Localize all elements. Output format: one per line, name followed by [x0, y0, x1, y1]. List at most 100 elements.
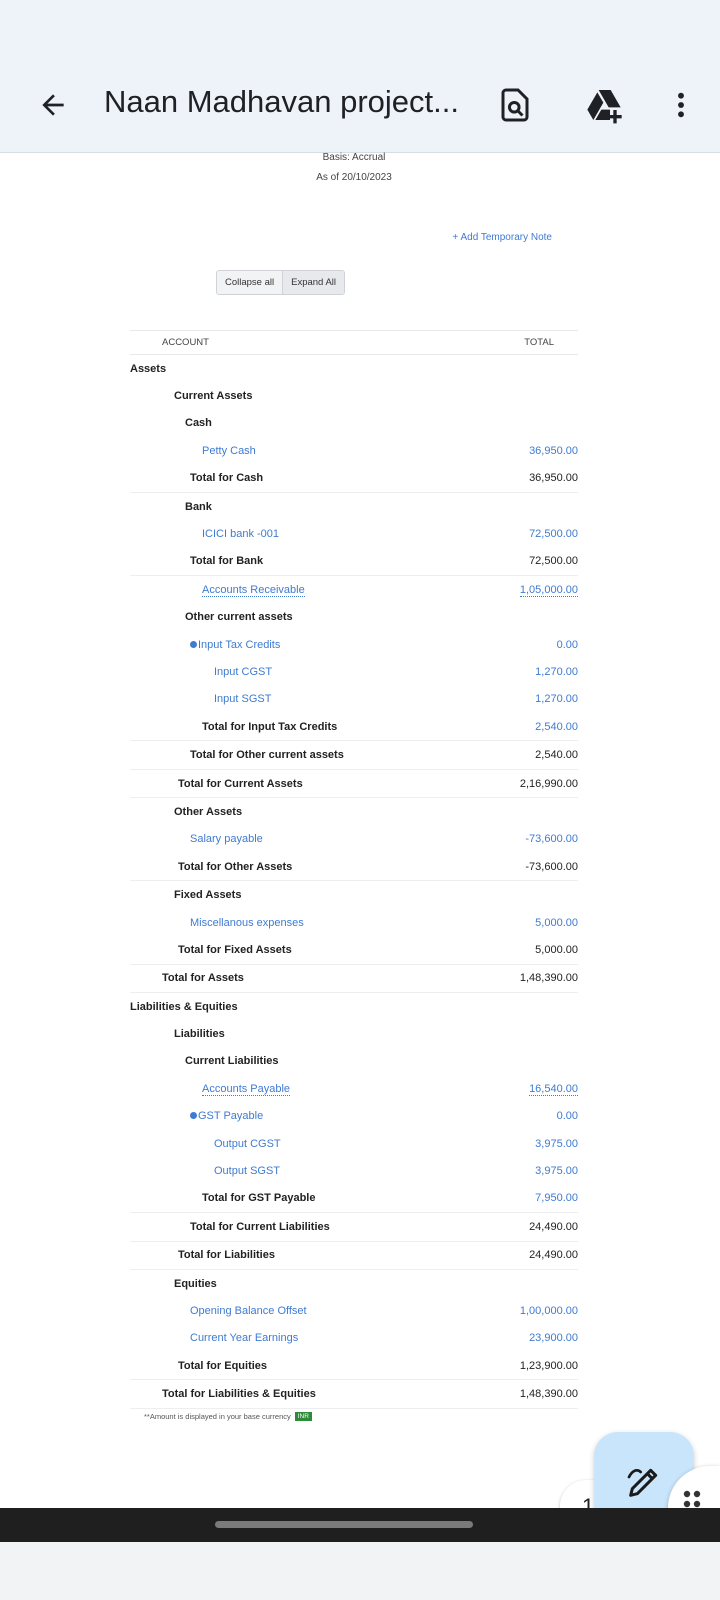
row-value: 36,950.00 — [482, 464, 578, 493]
table-row[interactable]: GST Payable 0.00 — [130, 1103, 578, 1130]
table-row[interactable]: Salary payable -73,600.00 — [130, 826, 578, 853]
table-row: Total for Other current assets 2,540.00 — [130, 740, 578, 770]
table-row[interactable]: Miscellanous expenses 5,000.00 — [130, 909, 578, 936]
row-value[interactable]: 16,540.00 — [529, 1082, 578, 1096]
app-bar: Naan Madhavan project... — [0, 60, 720, 153]
find-in-page-button[interactable] — [492, 82, 538, 128]
table-row[interactable]: Accounts Receivable 1,05,000.00 — [130, 576, 578, 604]
table-row: Total for Liabilities & Equities 1,48,390… — [130, 1379, 578, 1409]
row-value[interactable]: 1,270.00 — [482, 658, 578, 685]
row-value[interactable]: 2,540.00 — [482, 713, 578, 742]
table-row[interactable]: Accounts Payable 16,540.00 — [130, 1075, 578, 1102]
row-value[interactable]: 7,950.00 — [482, 1184, 578, 1214]
row-label: Total for Cash — [130, 464, 483, 493]
account-link[interactable]: Output SGST — [130, 1157, 482, 1184]
table-row: Equities — [130, 1269, 578, 1297]
row-label: Total for Other Assets — [130, 853, 483, 882]
row-value[interactable]: 1,270.00 — [482, 686, 578, 713]
table-row: Total for Fixed Assets 5,000.00 — [130, 936, 578, 965]
table-row[interactable]: Current Year Earnings 23,900.00 — [130, 1325, 578, 1352]
account-link[interactable]: Miscellanous expenses — [130, 909, 482, 936]
table-row: Liabilities & Equities — [130, 992, 578, 1020]
row-value: 2,16,990.00 — [482, 769, 578, 799]
collapse-bullet-icon[interactable] — [190, 640, 197, 648]
balance-sheet-table: ACCOUNT TOTAL Assets Current Assets Cash… — [130, 330, 578, 1409]
row-value[interactable]: 1,05,000.00 — [519, 583, 578, 597]
collapse-bullet-icon[interactable] — [190, 1112, 197, 1120]
table-row[interactable]: Input CGST 1,270.00 — [130, 658, 578, 685]
arrow-left-icon — [42, 94, 64, 116]
account-link[interactable]: Input SGST — [130, 686, 482, 713]
row-label: Current Assets — [174, 390, 253, 403]
row-value[interactable]: 0.00 — [482, 631, 578, 658]
row-value[interactable]: 5,000.00 — [482, 909, 578, 936]
table-row: Total for Other Assets -73,600.00 — [130, 853, 578, 882]
add-temporary-note-link[interactable]: + Add Temporary Note — [452, 232, 552, 243]
account-link[interactable]: Petty Cash — [130, 437, 482, 464]
table-row: Total for Equities 1,23,900.00 — [130, 1352, 578, 1381]
table-header: ACCOUNT TOTAL — [130, 330, 578, 355]
collapse-all-button[interactable]: Collapse all — [217, 271, 283, 294]
row-label: Total for Input Tax Credits — [130, 713, 483, 742]
row-label: Cash — [185, 417, 212, 430]
expand-all-button[interactable]: Expand All — [282, 271, 345, 294]
account-link[interactable]: Salary payable — [130, 826, 482, 853]
row-value[interactable]: 23,900.00 — [482, 1325, 578, 1352]
row-label: Total for Liabilities — [130, 1241, 483, 1270]
table-row[interactable]: Input SGST 1,270.00 — [130, 686, 578, 713]
account-link[interactable]: Accounts Receivable — [202, 583, 305, 597]
add-to-drive-button[interactable] — [582, 82, 628, 128]
row-label: Liabilities — [174, 1028, 225, 1041]
table-row[interactable]: Input Tax Credits 0.00 — [130, 631, 578, 658]
table-row[interactable]: Petty Cash 36,950.00 — [130, 437, 578, 464]
account-link[interactable]: Input CGST — [130, 658, 482, 685]
row-value: 24,490.00 — [482, 1212, 578, 1242]
row-value: 1,48,390.00 — [482, 964, 578, 993]
row-value[interactable]: 1,00,000.00 — [482, 1297, 578, 1324]
account-link[interactable]: GST Payable — [198, 1110, 263, 1122]
table-row: Total for Bank 72,500.00 — [130, 547, 578, 577]
row-value: 24,490.00 — [482, 1241, 578, 1270]
row-value[interactable]: -73,600.00 — [482, 826, 578, 853]
table-row: Current Liabilities — [130, 1048, 578, 1075]
table-row[interactable]: Output CGST 3,975.00 — [130, 1130, 578, 1157]
account-link[interactable]: Accounts Payable — [202, 1082, 291, 1096]
table-row: Fixed Assets — [130, 881, 578, 909]
account-link[interactable]: Current Year Earnings — [130, 1325, 482, 1352]
account-link[interactable]: Output CGST — [130, 1130, 482, 1157]
more-options-button[interactable] — [658, 82, 704, 128]
document-title: Naan Madhavan project... — [104, 84, 459, 119]
row-label: Total for GST Payable — [130, 1184, 483, 1214]
table-row[interactable]: ICICI bank -001 72,500.00 — [130, 520, 578, 547]
account-column-header: ACCOUNT — [130, 330, 483, 355]
account-link[interactable]: ICICI bank -001 — [130, 520, 482, 547]
table-row: Total for GST Payable 7,950.00 — [130, 1184, 578, 1214]
row-value[interactable]: 72,500.00 — [482, 520, 578, 547]
row-label: Total for Assets — [130, 964, 483, 993]
table-row: Total for Cash 36,950.00 — [130, 464, 578, 493]
row-value[interactable]: 3,975.00 — [482, 1130, 578, 1157]
row-value[interactable]: 0.00 — [482, 1103, 578, 1130]
report-basis: Basis: Accrual — [322, 152, 386, 163]
pencil-edit-icon — [627, 1468, 658, 1497]
table-row[interactable]: Output SGST 3,975.00 — [130, 1157, 578, 1184]
currency-badge: INR — [294, 1412, 312, 1421]
back-button[interactable] — [30, 82, 76, 128]
row-label: Bank — [185, 500, 212, 513]
account-link[interactable]: Opening Balance Offset — [130, 1297, 482, 1324]
row-value: 72,500.00 — [482, 547, 578, 577]
account-link[interactable]: Input Tax Credits — [198, 639, 280, 651]
row-value: 1,48,390.00 — [482, 1379, 578, 1409]
row-value[interactable]: 36,950.00 — [482, 437, 578, 464]
row-label: Other current assets — [185, 611, 293, 624]
table-row: Other current assets — [130, 604, 578, 631]
collapse-expand-group: Collapse all Expand All — [216, 270, 346, 295]
row-label: Other Assets — [174, 805, 243, 818]
table-row[interactable]: Opening Balance Offset 1,00,000.00 — [130, 1297, 578, 1324]
row-value: 2,540.00 — [482, 740, 578, 770]
table-row: Total for Current Liabilities 24,490.00 — [130, 1212, 578, 1242]
row-value[interactable]: 3,975.00 — [482, 1157, 578, 1184]
home-gesture-handle[interactable] — [215, 1521, 473, 1528]
table-row: Total for Input Tax Credits 2,540.00 — [130, 713, 578, 742]
row-label: Total for Current Liabilities — [130, 1212, 483, 1242]
